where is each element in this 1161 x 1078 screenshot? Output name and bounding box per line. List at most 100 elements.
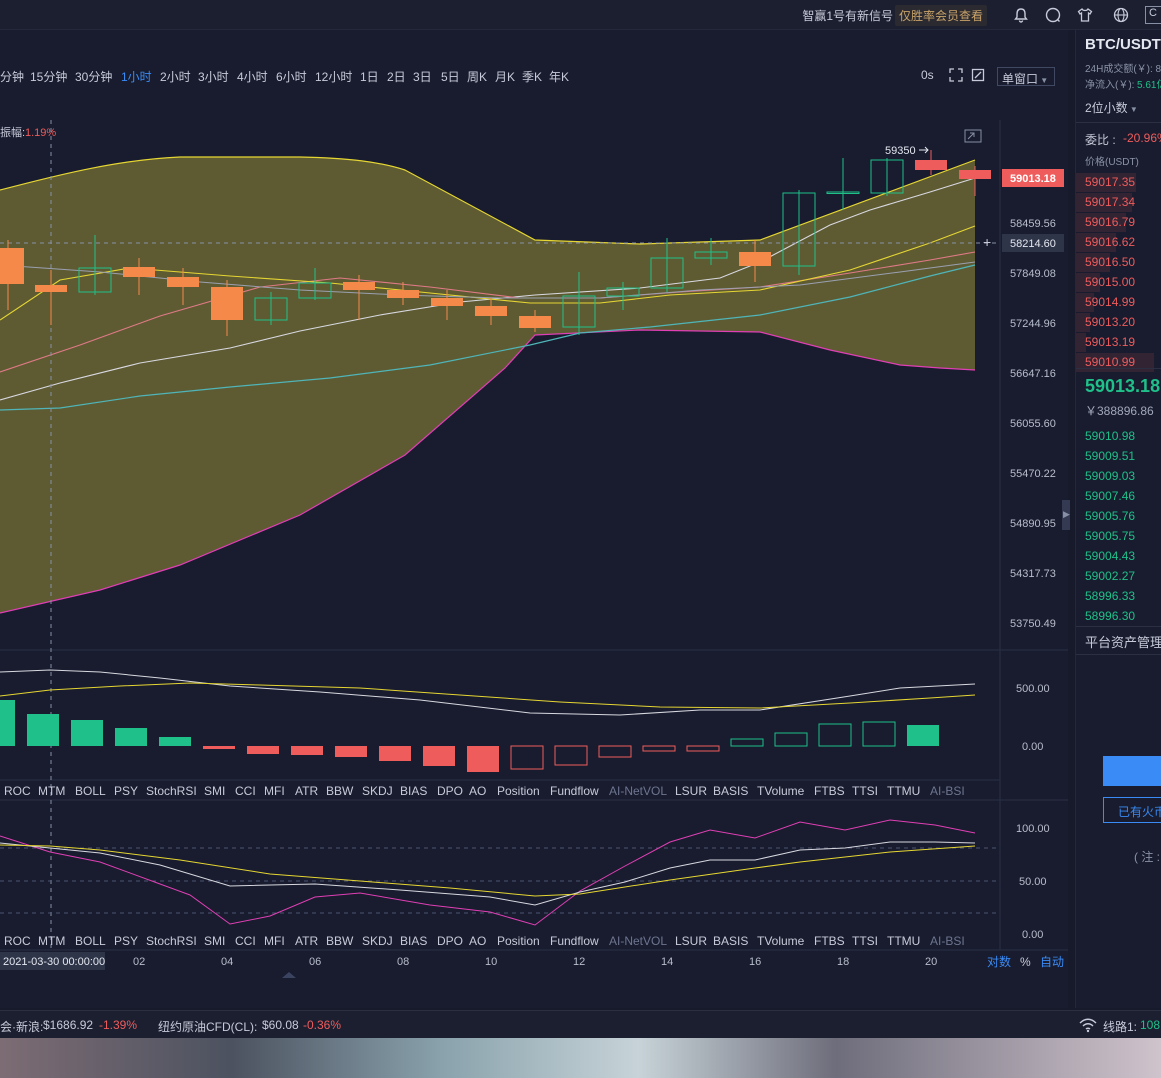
expand-icon[interactable] xyxy=(964,129,982,143)
ask-price[interactable]: 59013.20 xyxy=(1085,315,1135,329)
oil-label[interactable]: 纽约原油CFD(CL): xyxy=(158,1018,257,1035)
timeframe-10[interactable]: 2日 xyxy=(387,68,406,85)
timeframe-11[interactable]: 3日 xyxy=(413,68,432,85)
ask-price[interactable]: 59016.50 xyxy=(1085,255,1135,269)
indicator-tab[interactable]: ATR xyxy=(295,934,318,948)
indicator-tab[interactable]: TVolume xyxy=(757,784,805,798)
ask-price[interactable]: 59013.19 xyxy=(1085,335,1135,349)
bid-price[interactable]: 59010.98 xyxy=(1085,429,1135,443)
indicator-tab[interactable]: ROC xyxy=(4,934,31,948)
indicator-tab[interactable]: CCI xyxy=(235,784,256,798)
timeframe-12[interactable]: 5日 xyxy=(441,68,460,85)
indicator-tab[interactable]: MTM xyxy=(38,784,65,798)
indicator-tab[interactable]: BASIS xyxy=(713,784,748,798)
ask-price[interactable]: 59015.00 xyxy=(1085,275,1135,289)
indicator-tab[interactable]: AI-BSI xyxy=(930,934,965,948)
indicator-tab[interactable]: StochRSI xyxy=(146,934,197,948)
ask-price[interactable]: 59017.34 xyxy=(1085,195,1135,209)
indicator-tab[interactable]: AI-NetVOL xyxy=(609,784,667,798)
bid-price[interactable]: 59005.76 xyxy=(1085,509,1135,523)
ask-price[interactable]: 59017.35 xyxy=(1085,175,1135,189)
timeframe-9[interactable]: 1日 xyxy=(360,68,379,85)
symbol-title[interactable]: BTC/USDT xyxy=(1085,36,1161,53)
percent-scale-toggle[interactable]: % xyxy=(1020,955,1031,969)
indicator-tab[interactable]: SMI xyxy=(204,934,225,948)
indicator-tab[interactable]: SMI xyxy=(204,784,225,798)
indicator-tab[interactable]: AI-NetVOL xyxy=(609,934,667,948)
indicator-tab[interactable]: TTSI xyxy=(852,784,878,798)
indicator-tab[interactable]: FTBS xyxy=(814,934,845,948)
candle-body[interactable] xyxy=(519,316,551,328)
indicator-tab[interactable]: LSUR xyxy=(675,784,707,798)
indicator-tab[interactable]: MTM xyxy=(38,934,65,948)
indicator-tab[interactable]: BBW xyxy=(326,784,354,798)
indicator-tab[interactable]: Position xyxy=(497,784,540,798)
ask-price[interactable]: 59016.79 xyxy=(1085,215,1135,229)
primary-action-button[interactable] xyxy=(1103,756,1161,786)
indicator-tab[interactable]: AI-BSI xyxy=(930,784,965,798)
timeframe-15[interactable]: 季K xyxy=(522,68,542,85)
precision-select[interactable]: 2位小数 ▼ xyxy=(1085,99,1138,116)
panel-collapse-handle[interactable]: ▶ xyxy=(1062,500,1070,530)
indicator-tab[interactable]: ATR xyxy=(295,784,318,798)
c-button[interactable]: C xyxy=(1145,6,1161,24)
indicator-tab[interactable]: SKDJ xyxy=(362,784,393,798)
indicator-tab[interactable]: PSY xyxy=(114,784,138,798)
indicator-tab[interactable]: CCI xyxy=(235,934,256,948)
indicator-tab[interactable]: BOLL xyxy=(75,784,106,798)
indicator-tab[interactable]: SKDJ xyxy=(362,934,393,948)
chat-icon[interactable] xyxy=(1044,6,1062,24)
scroll-handle-icon[interactable] xyxy=(282,972,296,978)
vip-badge[interactable]: 仅胜率会员查看 xyxy=(894,5,987,26)
bell-icon[interactable] xyxy=(1012,6,1030,24)
ask-price[interactable]: 59010.99 xyxy=(1085,355,1135,369)
indicator-tab[interactable]: Fundflow xyxy=(550,934,599,948)
timeframe-3[interactable]: 1小时 xyxy=(121,68,152,85)
candle-body[interactable] xyxy=(211,287,243,320)
gold-label[interactable]: 会·新浪: xyxy=(0,1018,43,1035)
bid-price[interactable]: 59009.03 xyxy=(1085,469,1135,483)
auto-scale-toggle[interactable]: 自动 xyxy=(1040,955,1064,969)
candle-body[interactable] xyxy=(35,285,67,292)
timeframe-7[interactable]: 6小时 xyxy=(276,68,307,85)
candle-body[interactable] xyxy=(959,170,991,179)
indicator-tab[interactable]: TTMU xyxy=(887,784,920,798)
have-coin-button[interactable]: 已有火币 xyxy=(1103,797,1161,823)
indicator-tab[interactable]: BOLL xyxy=(75,934,106,948)
indicator-tab[interactable]: DPO xyxy=(437,784,463,798)
indicator-tab[interactable]: Position xyxy=(497,934,540,948)
single-window-select[interactable]: 单窗口 ▼ xyxy=(997,67,1055,86)
indicator-tab[interactable]: TVolume xyxy=(757,934,805,948)
timeframe-0[interactable]: 分钟 xyxy=(0,68,24,85)
candle-body[interactable] xyxy=(475,306,507,316)
asset-management-link[interactable]: 平台资产管理 xyxy=(1085,632,1161,651)
bid-price[interactable]: 59007.46 xyxy=(1085,489,1135,503)
candle-body[interactable] xyxy=(739,252,771,266)
timeframe-1[interactable]: 15分钟 xyxy=(30,68,67,85)
indicator-tab[interactable]: LSUR xyxy=(675,934,707,948)
price-chart[interactable]: + 59350 振幅: 1.19% 58459.56 57849.08 57244.… xyxy=(0,120,1068,1010)
timeframe-13[interactable]: 周K xyxy=(467,68,487,85)
timeframe-2[interactable]: 30分钟 xyxy=(75,68,112,85)
signal-notice[interactable]: 智赢1号有新信号 xyxy=(802,7,893,24)
timeframe-5[interactable]: 3小时 xyxy=(198,68,229,85)
indicator-tab[interactable]: TTMU xyxy=(887,934,920,948)
indicator-tab[interactable]: AO xyxy=(469,784,486,798)
indicator-tab[interactable]: AO xyxy=(469,934,486,948)
indicator-tab[interactable]: StochRSI xyxy=(146,784,197,798)
indicator-tab[interactable]: FTBS xyxy=(814,784,845,798)
timeframe-8[interactable]: 12小时 xyxy=(315,68,352,85)
candle-body[interactable] xyxy=(387,290,419,298)
timeframe-6[interactable]: 4小时 xyxy=(237,68,268,85)
bid-price[interactable]: 59004.43 xyxy=(1085,549,1135,563)
bid-price[interactable]: 59009.51 xyxy=(1085,449,1135,463)
fullscreen-icon[interactable] xyxy=(949,68,963,82)
ask-price[interactable]: 59014.99 xyxy=(1085,295,1135,309)
indicator-tab[interactable]: BIAS xyxy=(400,784,427,798)
candle-body[interactable] xyxy=(0,248,24,284)
shirt-icon[interactable] xyxy=(1076,6,1094,24)
candle-body[interactable] xyxy=(431,298,463,306)
candle-body[interactable] xyxy=(343,282,375,290)
timeframe-16[interactable]: 年K xyxy=(549,68,569,85)
timeframe-4[interactable]: 2小时 xyxy=(160,68,191,85)
